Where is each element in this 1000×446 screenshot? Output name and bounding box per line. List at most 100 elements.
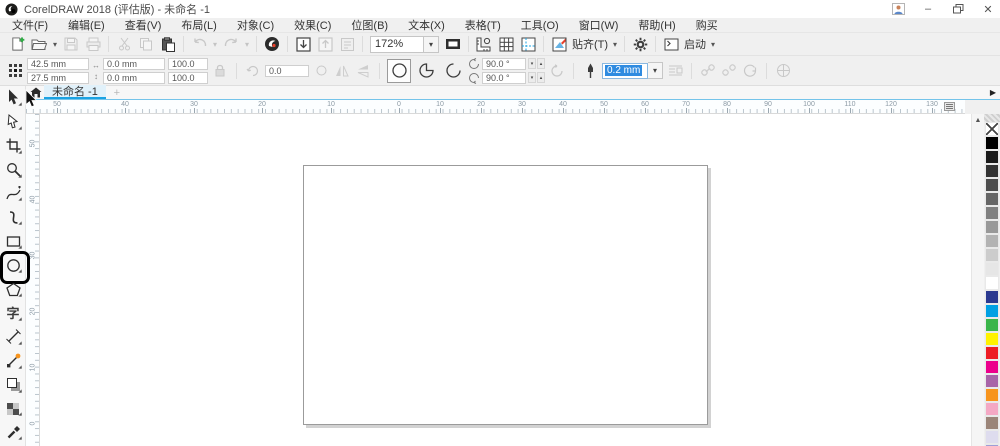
- menu-item-8[interactable]: 表格(T): [455, 17, 511, 33]
- show-rulers-icon[interactable]: [473, 34, 495, 54]
- new-tab-button[interactable]: +: [110, 86, 124, 99]
- pick-tool[interactable]: [0, 86, 26, 110]
- swatch-brown[interactable]: [985, 416, 999, 430]
- outline-width-dropdown-icon[interactable]: ▾: [648, 62, 663, 79]
- open-icon[interactable]: [28, 34, 50, 54]
- drawing-canvas[interactable]: [40, 114, 971, 446]
- cut-icon[interactable]: [113, 34, 135, 54]
- new-document-icon[interactable]: [6, 34, 28, 54]
- transparency-tool[interactable]: [0, 397, 26, 421]
- swatch-70-black[interactable]: [985, 178, 999, 192]
- object-position-y-field[interactable]: [27, 72, 89, 84]
- zoom-tool[interactable]: [0, 158, 26, 182]
- export-icon[interactable]: [314, 34, 336, 54]
- swatch-yellow[interactable]: [985, 332, 999, 346]
- unlink-icon[interactable]: [720, 60, 738, 82]
- menu-item-9[interactable]: 工具(O): [511, 17, 569, 33]
- undo-dropdown-icon[interactable]: ▾: [210, 34, 220, 54]
- show-grid-icon[interactable]: [495, 34, 517, 54]
- swatch-blue[interactable]: [985, 290, 999, 304]
- wrap-text-icon[interactable]: [666, 60, 684, 82]
- swatch-80-black[interactable]: [985, 164, 999, 178]
- swatch-20-black[interactable]: [985, 248, 999, 262]
- swatch-no-color[interactable]: [985, 122, 999, 136]
- paste-icon[interactable]: [157, 34, 179, 54]
- rectangle-tool[interactable]: [0, 229, 26, 253]
- show-guidelines-icon[interactable]: [517, 34, 539, 54]
- ellipse-mode-button[interactable]: [387, 59, 411, 83]
- undo-icon[interactable]: [188, 34, 210, 54]
- convert-to-curves-icon[interactable]: [741, 60, 759, 82]
- save-icon[interactable]: [60, 34, 82, 54]
- start-angle-up-icon[interactable]: ▴: [537, 58, 545, 69]
- rotation-center-icon[interactable]: [312, 60, 330, 82]
- swatch-30-black[interactable]: [985, 234, 999, 248]
- document-tab[interactable]: 未命名 -1: [44, 85, 106, 99]
- menu-item-7[interactable]: 文本(X): [398, 17, 455, 33]
- menu-item-11[interactable]: 帮助(H): [628, 17, 685, 33]
- document-page[interactable]: [303, 165, 708, 425]
- swatch-cyan[interactable]: [985, 304, 999, 318]
- polygon-tool[interactable]: [0, 277, 26, 301]
- outline-width-value[interactable]: 0.2 mm: [605, 65, 642, 76]
- object-origin-icon[interactable]: [6, 60, 24, 82]
- end-angle-up-icon[interactable]: ▴: [537, 72, 545, 83]
- artistic-media-tool[interactable]: [0, 205, 26, 229]
- menu-item-10[interactable]: 窗口(W): [569, 17, 629, 33]
- swatch-60-black[interactable]: [985, 192, 999, 206]
- full-screen-preview-icon[interactable]: [442, 34, 464, 54]
- menu-item-12[interactable]: 购买: [686, 17, 728, 33]
- drop-shadow-tool[interactable]: [0, 373, 26, 397]
- menu-item-3[interactable]: 布局(L): [171, 17, 226, 33]
- swatch-40-black[interactable]: [985, 220, 999, 234]
- ruler-options-icon[interactable]: [944, 102, 955, 111]
- shape-tool[interactable]: [0, 110, 26, 134]
- swatch-pink[interactable]: [985, 402, 999, 416]
- swatch-black[interactable]: [985, 136, 999, 150]
- launch-icon[interactable]: [660, 34, 682, 54]
- end-angle-down-icon[interactable]: ▾: [528, 72, 536, 83]
- change-direction-icon[interactable]: [548, 60, 566, 82]
- horizontal-ruler[interactable]: 5040302010010203040506070809010011012013…: [26, 100, 965, 114]
- swatch-10-black[interactable]: [985, 262, 999, 276]
- freehand-tool[interactable]: [0, 182, 26, 206]
- swatch-green[interactable]: [985, 318, 999, 332]
- mirror-vertical-icon[interactable]: [354, 60, 372, 82]
- zoom-level-input[interactable]: [370, 36, 424, 53]
- crop-tool[interactable]: [0, 134, 26, 158]
- account-icon[interactable]: [890, 2, 906, 16]
- arc-mode-button[interactable]: [441, 59, 465, 83]
- parallel-dimension-tool[interactable]: [0, 325, 26, 349]
- ellipse-tool[interactable]: [0, 253, 26, 277]
- snap-to-button[interactable]: 贴齐(T): [570, 36, 610, 52]
- swatch-orange[interactable]: [985, 388, 999, 402]
- rotation-angle-field[interactable]: [265, 65, 309, 77]
- swatch-50-black[interactable]: [985, 206, 999, 220]
- scale-y-field[interactable]: [168, 72, 208, 84]
- connector-tool[interactable]: [0, 349, 26, 373]
- object-width-field[interactable]: [103, 58, 165, 70]
- search-content-icon[interactable]: [261, 34, 283, 54]
- scale-x-field[interactable]: [168, 58, 208, 70]
- snap-to-dropdown-icon[interactable]: ▾: [610, 34, 620, 54]
- link-icon[interactable]: [699, 60, 717, 82]
- redo-dropdown-icon[interactable]: ▾: [242, 34, 252, 54]
- object-position-x-field[interactable]: [27, 58, 89, 70]
- launch-dropdown-icon[interactable]: ▾: [708, 34, 718, 54]
- welcome-screen-icon[interactable]: [548, 34, 570, 54]
- object-height-field[interactable]: [103, 72, 165, 84]
- tab-overflow-icon[interactable]: ▶: [990, 88, 996, 97]
- lock-ratio-icon[interactable]: [211, 60, 229, 82]
- menu-item-6[interactable]: 位图(B): [341, 17, 398, 33]
- swatch-90-black[interactable]: [985, 150, 999, 164]
- swatch-magenta[interactable]: [985, 360, 999, 374]
- mirror-horizontal-icon[interactable]: [333, 60, 351, 82]
- restore-button[interactable]: [950, 2, 966, 16]
- menu-item-1[interactable]: 编辑(E): [58, 17, 115, 33]
- start-angle-field[interactable]: [482, 58, 526, 70]
- palette-scroll-up-icon[interactable]: [984, 114, 1000, 122]
- vertical-scrollbar[interactable]: ▲: [971, 114, 984, 446]
- swatch-red[interactable]: [985, 346, 999, 360]
- options-gear-icon[interactable]: [629, 34, 651, 54]
- scroll-up-icon[interactable]: ▲: [972, 114, 984, 126]
